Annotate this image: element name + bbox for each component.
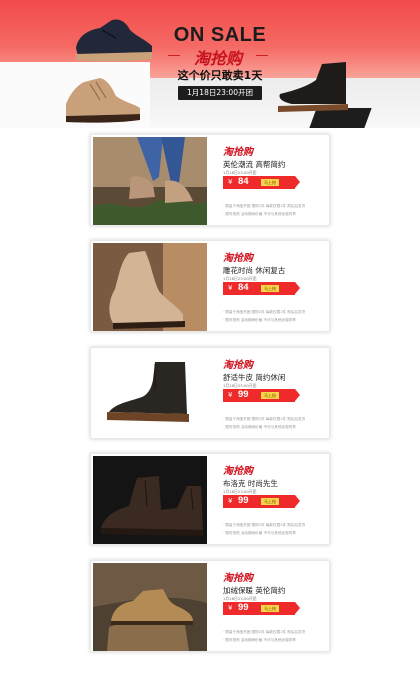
product-info: 淘抢购 布洛克 时尚先生 1月18日23:00开团 ¥ 99 马上抢 · 限量于…	[217, 454, 325, 546]
currency-symbol: ¥	[228, 391, 233, 399]
product-info: 淘抢购 雕花时尚 休闲复古 1月18日23:00开团 ¥ 84 马上抢 · 限量…	[217, 241, 325, 333]
product-name: 布洛克 时尚先生	[223, 479, 278, 488]
price-bar[interactable]: ¥ 99 马上抢	[223, 495, 300, 508]
product-image[interactable]	[93, 456, 207, 544]
product-image[interactable]	[93, 137, 207, 225]
banner-brand-row: 淘抢购	[168, 45, 268, 68]
banner-title: ON SALE	[173, 24, 267, 46]
product-note: · 限时抢购 活动期间价格 不可与其他优惠同享	[223, 212, 296, 216]
banner-tagline: 这个价只敢卖1天	[177, 69, 263, 82]
product-brand-logo: 淘抢购	[223, 466, 253, 477]
banner-shoe-navy	[76, 19, 152, 62]
product-price: 84	[238, 176, 249, 187]
product-price: 99	[238, 602, 249, 613]
banner-shoe-dark	[278, 62, 348, 112]
buy-now-button[interactable]: 马上抢	[261, 498, 279, 505]
product-image[interactable]	[93, 243, 207, 331]
buy-now-button[interactable]: 马上抢	[261, 605, 279, 612]
product-info: 淘抢购 舒适牛皮 简约休闲 1月18日23:00开团 ¥ 99 马上抢 · 限量…	[217, 348, 325, 440]
product-brand-logo: 淘抢购	[223, 147, 253, 158]
product-note: · 限时抢购 活动期间价格 不可与其他优惠同享	[223, 531, 296, 535]
product-card-3[interactable]: 淘抢购 舒适牛皮 简约休闲 1月18日23:00开团 ¥ 99 马上抢 · 限量…	[90, 347, 330, 439]
product-note: · 限时抢购 活动期间价格 不可与其他优惠同享	[223, 318, 296, 322]
buy-now-button[interactable]: 马上抢	[261, 179, 279, 186]
product-note: · 限量于淘宝开团 限购1件 每款仅限1件 购买后发货	[223, 204, 306, 208]
product-note: · 限量于淘宝开团 限购1件 每款仅限1件 购买后发货	[223, 523, 306, 527]
price-bar[interactable]: ¥ 84 马上抢	[223, 282, 300, 295]
banner-date-badge: 1月18日23:00开团	[178, 86, 262, 100]
product-price: 84	[238, 282, 249, 293]
product-note: · 限时抢购 活动期间价格 不可与其他优惠同享	[223, 638, 296, 642]
currency-symbol: ¥	[228, 284, 233, 292]
product-note: · 限量于淘宝开团 限购1件 每款仅限1件 购买后发货	[223, 417, 306, 421]
product-note: · 限量于淘宝开团 限购1件 每款仅限1件 购买后发货	[223, 630, 306, 634]
product-name: 雕花时尚 休闲复古	[223, 266, 286, 275]
buy-now-button[interactable]: 马上抢	[261, 285, 279, 292]
product-image[interactable]	[93, 563, 207, 651]
price-bar[interactable]: ¥ 84 马上抢	[223, 176, 300, 189]
product-name: 英伦潮流 高帮简约	[223, 160, 286, 169]
product-note: · 限时抢购 活动期间价格 不可与其他优惠同享	[223, 425, 296, 429]
product-card-2[interactable]: 淘抢购 雕花时尚 休闲复古 1月18日23:00开团 ¥ 84 马上抢 · 限量…	[90, 240, 330, 332]
currency-symbol: ¥	[228, 604, 233, 612]
product-brand-logo: 淘抢购	[223, 573, 253, 584]
product-brand-logo: 淘抢购	[223, 253, 253, 264]
product-name: 舒适牛皮 简约休闲	[223, 373, 286, 382]
price-bar[interactable]: ¥ 99 马上抢	[223, 389, 300, 402]
divider	[168, 55, 180, 56]
product-info: 淘抢购 英伦潮流 高帮简约 1月18日23:00开团 ¥ 84 马上抢 · 限量…	[217, 135, 325, 227]
product-price: 99	[238, 389, 249, 400]
buy-now-button[interactable]: 马上抢	[261, 392, 279, 399]
product-brand-logo: 淘抢购	[223, 360, 253, 371]
product-card-4[interactable]: 淘抢购 布洛克 时尚先生 1月18日23:00开团 ¥ 99 马上抢 · 限量于…	[90, 453, 330, 545]
product-info: 淘抢购 加绒保暖 英伦简约 1月18日23:00开团 ¥ 99 马上抢 · 限量…	[217, 561, 325, 653]
product-name: 加绒保暖 英伦简约	[223, 586, 286, 595]
product-note: · 限量于淘宝开团 限购1件 每款仅限1件 购买后发货	[223, 310, 306, 314]
product-image[interactable]	[93, 350, 207, 438]
currency-symbol: ¥	[228, 497, 233, 505]
product-price: 99	[238, 495, 249, 506]
divider	[256, 55, 268, 56]
banner-shoe-tan	[66, 78, 140, 123]
product-card-5[interactable]: 淘抢购 加绒保暖 英伦简约 1月18日23:00开团 ¥ 99 马上抢 · 限量…	[90, 560, 330, 652]
banner-brand-logo: 淘抢购	[193, 49, 242, 68]
currency-symbol: ¥	[228, 178, 233, 186]
promo-banner: ON SALE 淘抢购 这个价只敢卖1天 1月18日23:00开团	[0, 0, 420, 128]
product-card-1[interactable]: 淘抢购 英伦潮流 高帮简约 1月18日23:00开团 ¥ 84 马上抢 · 限量…	[90, 134, 330, 226]
price-bar[interactable]: ¥ 99 马上抢	[223, 602, 300, 615]
